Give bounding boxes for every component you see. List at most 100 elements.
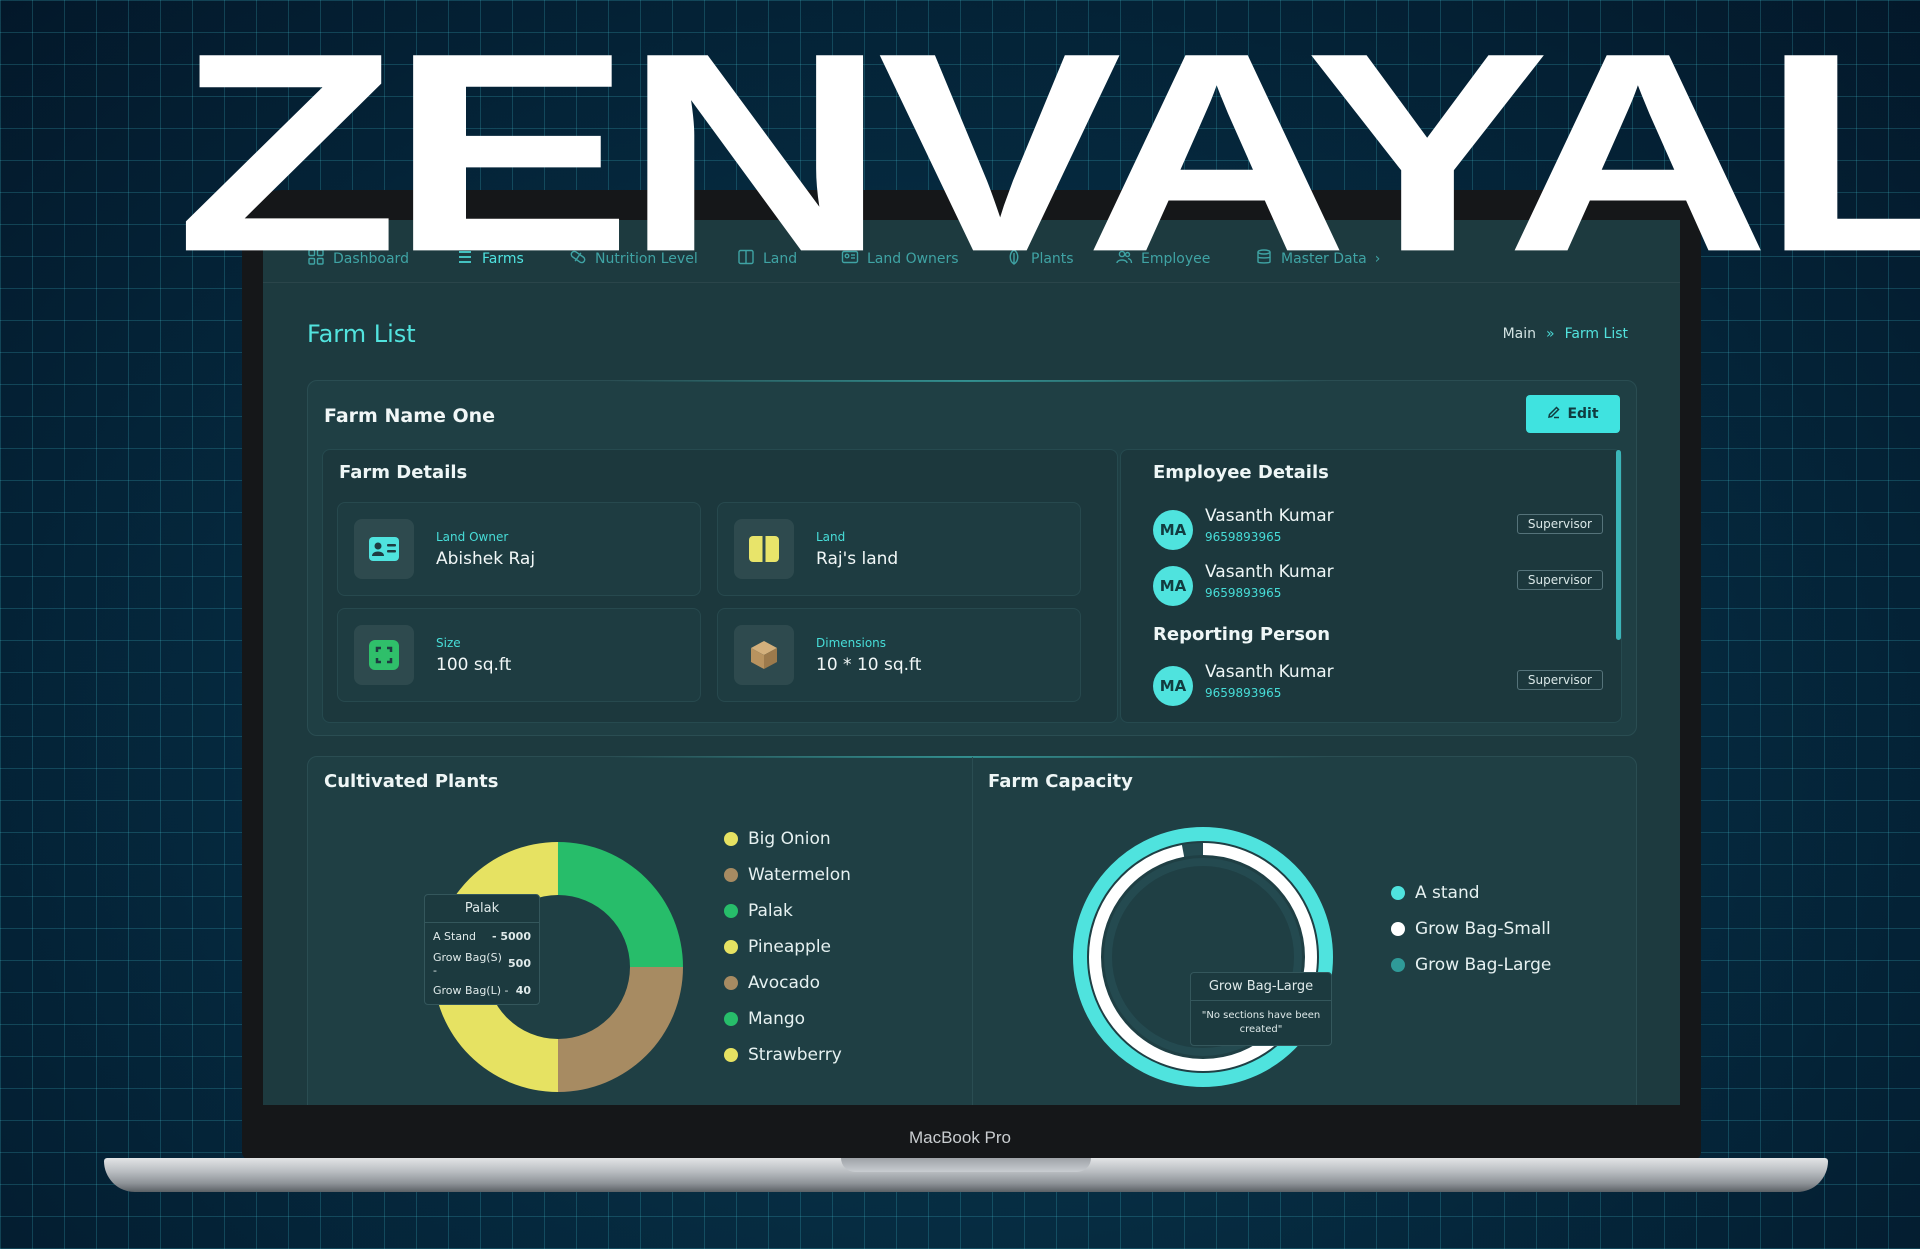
avatar: MA xyxy=(1153,666,1193,706)
employee-phone: 9659893965 xyxy=(1205,586,1282,600)
pie-slice-watermelon[interactable] xyxy=(558,967,683,1092)
employee-phone: 9659893965 xyxy=(1205,530,1282,544)
detail-value: Raj's land xyxy=(816,549,899,569)
farm-details-card: Farm Details Land Owner Abishek Raj Land… xyxy=(322,449,1118,723)
reporting-person-title: Reporting Person xyxy=(1153,624,1331,645)
role-badge: Supervisor xyxy=(1516,514,1603,534)
breadcrumb-separator: » xyxy=(1546,326,1555,342)
employee-row: MA Vasanth Kumar 9659893965 Supervisor xyxy=(1153,506,1603,550)
employee-name: Vasanth Kumar xyxy=(1205,662,1334,682)
detail-value: 100 sq.ft xyxy=(436,655,512,675)
legend-dot xyxy=(1391,921,1405,936)
legend-item[interactable]: Watermelon xyxy=(724,863,851,886)
farm-capacity-chart[interactable] xyxy=(1053,807,1353,1105)
tooltip-row: Grow Bag(S) - 500 xyxy=(425,950,539,977)
detail-value: Abishek Raj xyxy=(436,549,536,569)
farm-name: Farm Name One xyxy=(324,405,496,427)
legend-item[interactable]: Grow Bag-Small xyxy=(1391,917,1551,940)
capacity-legend: A stand Grow Bag-Small Grow Bag-Large xyxy=(1391,881,1551,976)
avatar: MA xyxy=(1153,510,1193,550)
legend-label: Watermelon xyxy=(748,864,851,885)
detail-label: Land xyxy=(816,530,846,544)
tooltip-row: A Stand - 5000 xyxy=(425,923,539,950)
employee-row: MA Vasanth Kumar 9659893965 Supervisor xyxy=(1153,562,1603,606)
detail-value: 10 * 10 sq.ft xyxy=(816,655,922,675)
detail-label: Dimensions xyxy=(816,636,887,650)
farm-capacity-title: Farm Capacity xyxy=(988,771,1133,792)
legend-item[interactable]: Big Onion xyxy=(724,827,851,850)
legend-label: Avocado xyxy=(748,972,821,993)
tooltip-title: Grow Bag-Large xyxy=(1191,973,1331,1001)
employee-name: Vasanth Kumar xyxy=(1205,562,1334,582)
tooltip-row-value: 40 xyxy=(515,984,531,997)
employee-details-title: Employee Details xyxy=(1153,462,1329,483)
page-title: Farm List xyxy=(307,320,416,348)
farm-details-title: Farm Details xyxy=(339,462,468,483)
legend-label: Grow Bag-Small xyxy=(1415,918,1551,939)
legend-dot xyxy=(724,903,738,918)
contact-card-icon xyxy=(354,519,414,579)
employee-name: Vasanth Kumar xyxy=(1205,506,1334,526)
legend-item[interactable]: A stand xyxy=(1391,881,1551,904)
frame-icon xyxy=(354,625,414,685)
tooltip-row-value: - 5000 xyxy=(491,930,531,943)
legend-item[interactable]: Avocado xyxy=(724,971,851,994)
edit-button[interactable]: Edit xyxy=(1526,395,1620,433)
legend-dot xyxy=(724,975,738,990)
box-icon xyxy=(734,625,794,685)
detail-land: Land Raj's land xyxy=(717,502,1081,596)
legend-label: Palak xyxy=(748,900,793,921)
pencil-icon xyxy=(1547,405,1561,423)
cultivated-plants-title: Cultivated Plants xyxy=(324,771,499,792)
legend-label: Pineapple xyxy=(748,936,832,957)
tooltip-row-label: A Stand xyxy=(433,930,477,943)
breadcrumb-main[interactable]: Main xyxy=(1503,326,1536,342)
employee-phone: 9659893965 xyxy=(1205,686,1282,700)
app-screen: Dashboard Farms Nutrition Level Land Lan… xyxy=(263,220,1680,1105)
breadcrumb-current: Farm List xyxy=(1564,326,1628,342)
legend-dot xyxy=(1391,885,1405,900)
tooltip-row-label: Grow Bag(S) - xyxy=(433,950,502,977)
pie-slice-palak[interactable] xyxy=(558,842,683,967)
detail-size: Size 100 sq.ft xyxy=(337,608,701,702)
device-label: MacBook Pro xyxy=(908,1128,1012,1147)
farm-card: Farm Name One Edit Farm Details Land Own… xyxy=(307,380,1637,736)
avatar: MA xyxy=(1153,566,1193,606)
cultivated-tooltip: Palak A Stand - 5000 Grow Bag(S) - 500 Gro… xyxy=(424,894,540,1005)
brand-wordmark: ZENVAYAL xyxy=(175,0,1920,311)
role-badge: Supervisor xyxy=(1516,670,1603,690)
detail-label: Size xyxy=(436,636,461,650)
tooltip-text: "No sections have been created" xyxy=(1201,1010,1321,1035)
legend-item[interactable]: Strawberry xyxy=(724,1043,851,1066)
capacity-tooltip: Grow Bag-Large "No sections have been cr… xyxy=(1190,972,1332,1046)
card-glow xyxy=(608,756,1328,758)
legend-item[interactable]: Pineapple xyxy=(724,935,851,958)
legend-label: Grow Bag-Large xyxy=(1415,954,1552,975)
detail-land-owner: Land Owner Abishek Raj xyxy=(337,502,701,596)
laptop-notch xyxy=(841,1158,1091,1172)
role-badge: Supervisor xyxy=(1516,570,1603,590)
legend-label: Strawberry xyxy=(748,1044,842,1065)
reporting-person-row: MA Vasanth Kumar 9659893965 Supervisor xyxy=(1153,662,1603,706)
legend-label: Big Onion xyxy=(748,828,831,849)
employee-details-card: Employee Details MA Vasanth Kumar 965989… xyxy=(1120,449,1622,723)
legend-item[interactable]: Mango xyxy=(724,1007,851,1030)
scrollbar[interactable] xyxy=(1616,450,1621,640)
card-glow xyxy=(608,380,1328,382)
legend-dot xyxy=(724,939,738,954)
legend-dot xyxy=(724,831,738,846)
legend-item[interactable]: Grow Bag-Large xyxy=(1391,953,1551,976)
legend-dot xyxy=(724,1011,738,1026)
detail-dimensions: Dimensions 10 * 10 sq.ft xyxy=(717,608,1081,702)
book-icon xyxy=(734,519,794,579)
legend-label: A stand xyxy=(1415,882,1480,903)
divider xyxy=(972,757,973,1105)
tooltip-title: Palak xyxy=(425,895,539,923)
legend-item[interactable]: Palak xyxy=(724,899,851,922)
legend-dot xyxy=(724,867,738,882)
legend-label: Mango xyxy=(748,1008,806,1029)
cultivated-legend: Big Onion Watermelon Palak Pineapple Avo… xyxy=(724,827,851,1066)
tooltip-row-label: Grow Bag(L) - xyxy=(433,984,509,997)
tooltip-row-value: 500 xyxy=(508,957,531,970)
charts-card: Cultivated Plants Palak A Stand - 5000 Gr… xyxy=(307,756,1637,1105)
